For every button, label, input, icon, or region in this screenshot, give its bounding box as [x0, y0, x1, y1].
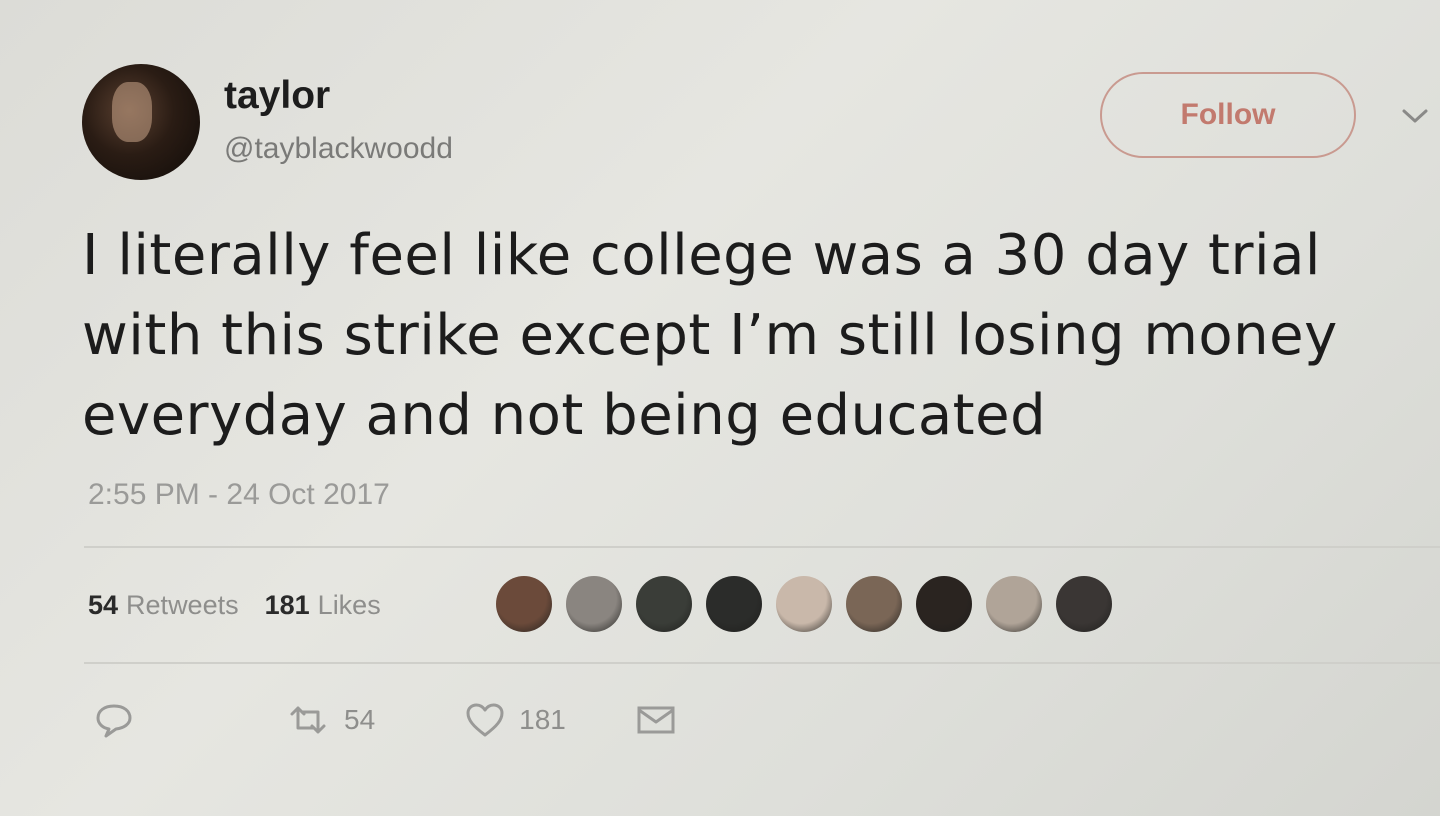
like-count: 181 [519, 704, 566, 735]
tweet-line: with this strike except I’m still losing… [82, 303, 1338, 368]
retweet-icon [290, 706, 326, 734]
action-bar: 54 181 [92, 698, 676, 742]
liker-avatar[interactable] [986, 576, 1042, 632]
timestamp[interactable]: 2:55 PM - 24 Oct 2017 [88, 478, 390, 512]
envelope-icon [637, 706, 675, 734]
tweet-text: I literally feel like college was a 30 d… [82, 216, 1402, 456]
retweets-label[interactable]: Retweets [126, 590, 239, 621]
liker-avatar[interactable] [496, 576, 552, 632]
chevron-down-icon[interactable] [1398, 104, 1432, 128]
reply-icon [96, 704, 132, 738]
engagement-stats: 54 Retweets 181 Likes [88, 590, 407, 621]
retweet-count: 54 [344, 704, 376, 735]
liker-avatar[interactable] [916, 576, 972, 632]
liker-avatar[interactable] [636, 576, 692, 632]
retweets-count[interactable]: 54 [88, 590, 118, 621]
display-name[interactable]: taylor [224, 74, 330, 118]
liker-avatar[interactable] [566, 576, 622, 632]
liker-avatars [496, 576, 1126, 634]
reply-button[interactable] [92, 700, 136, 740]
avatar[interactable] [82, 64, 200, 180]
liker-avatar[interactable] [776, 576, 832, 632]
tweet-line: everyday and not being educated [82, 383, 1047, 448]
heart-icon [466, 703, 504, 737]
follow-button[interactable]: Follow [1100, 72, 1356, 158]
handle[interactable]: @tayblackwoodd [224, 132, 453, 166]
like-button[interactable]: 181 [465, 702, 566, 738]
tweet-line: I literally feel like college was a 30 d… [82, 223, 1321, 288]
likes-count[interactable]: 181 [265, 590, 310, 621]
liker-avatar[interactable] [706, 576, 762, 632]
likes-label[interactable]: Likes [318, 590, 381, 621]
divider [84, 662, 1440, 664]
retweet-button[interactable]: 54 [286, 702, 375, 738]
divider [84, 546, 1440, 548]
liker-avatar[interactable] [846, 576, 902, 632]
liker-avatar[interactable] [1056, 576, 1112, 632]
direct-message-button[interactable] [636, 704, 676, 736]
